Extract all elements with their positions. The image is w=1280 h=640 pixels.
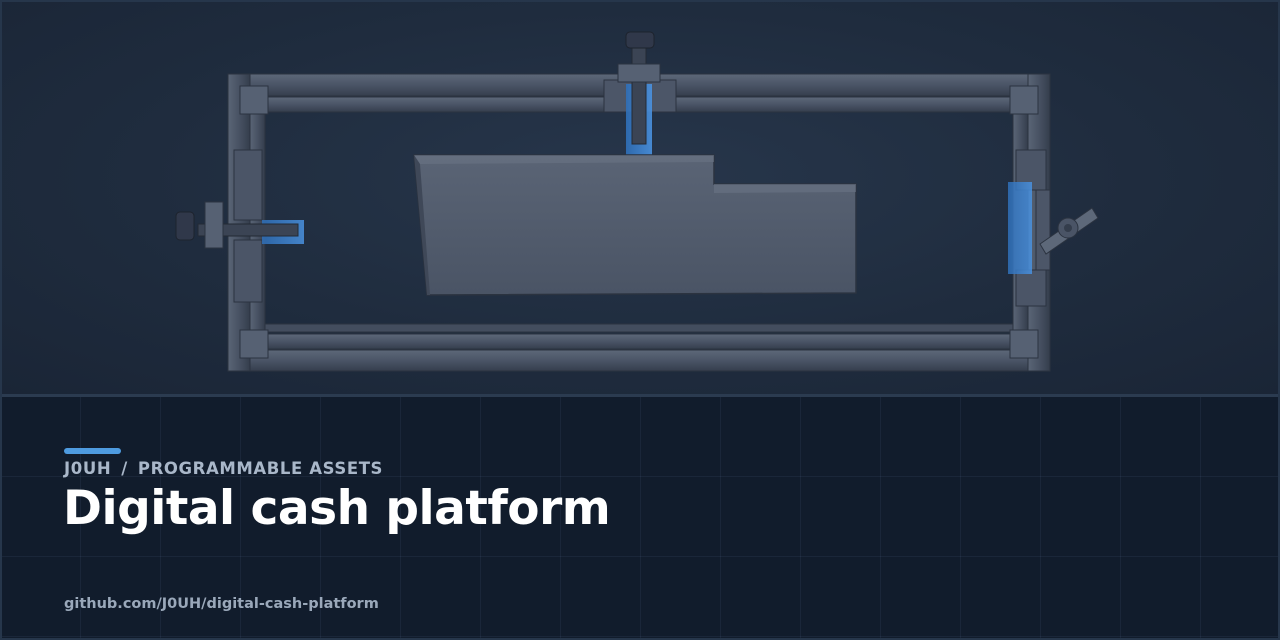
clamp-frame-illustration — [175, 31, 1099, 372]
accent-bar — [64, 448, 121, 454]
top-clamp-screw — [603, 31, 677, 156]
breadcrumb: J0UH / PROGRAMMABLE ASSETS — [64, 459, 383, 478]
repo-card-footer: J0UH / PROGRAMMABLE ASSETS Digital cash pl… — [0, 397, 1280, 640]
breadcrumb-separator: / — [121, 459, 128, 478]
frame-left-rail — [227, 73, 266, 372]
frame-bottom-rail — [227, 323, 1051, 372]
right-latch — [1008, 182, 1099, 274]
held-block — [413, 154, 857, 296]
repo-topic: PROGRAMMABLE ASSETS — [137, 459, 384, 478]
repo-owner[interactable]: J0UH — [64, 459, 111, 478]
hero-illustration — [0, 0, 1280, 394]
page-title: Digital cash platform — [63, 481, 611, 536]
repo-url-link[interactable]: github.com/J0UH/digital-cash-platform — [64, 596, 379, 612]
